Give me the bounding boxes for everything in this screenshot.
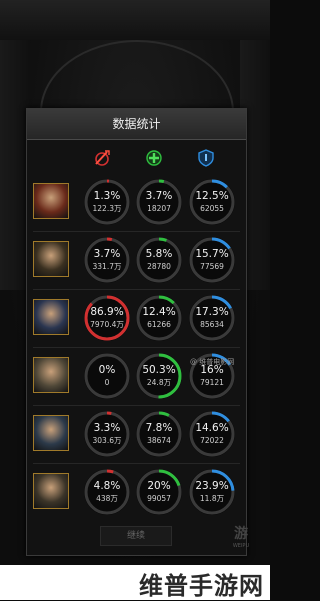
footer-watermark-text: 维普手游网 xyxy=(139,572,264,600)
hero-avatar[interactable] xyxy=(33,183,69,219)
hero-avatar[interactable] xyxy=(33,473,69,509)
progress-ring xyxy=(189,237,235,283)
progress-ring xyxy=(84,237,130,283)
stat-percent: 0% xyxy=(98,364,116,376)
progress-ring xyxy=(136,411,182,457)
stat-value: 303.6万 xyxy=(92,436,122,445)
stat-value: 61266 xyxy=(147,320,171,329)
healing-icon xyxy=(146,150,162,166)
hero-stats-row: 4.8% 438万 20% 99057 23.9% 11.8万 xyxy=(27,463,246,521)
stat-value: 77569 xyxy=(200,262,224,271)
row-divider xyxy=(33,289,240,290)
column-icons xyxy=(27,147,246,171)
stat-percent: 1.3% xyxy=(93,190,121,202)
stat-percent: 4.8% xyxy=(93,480,121,492)
stat-ring: 7.8% 38674 xyxy=(134,409,184,459)
stats-panel: 数据统计 1.3% 122.3万 3.7% 18207 12.5% 62055 3.7% 33… xyxy=(26,108,247,556)
stat-percent: 50.3% xyxy=(142,364,176,376)
stat-value: 24.8万 xyxy=(146,378,172,387)
stat-ring: 3.7% 331.7万 xyxy=(82,235,132,285)
progress-ring xyxy=(84,411,130,457)
stat-value: 18207 xyxy=(147,204,171,213)
progress-ring xyxy=(189,295,235,341)
progress-ring xyxy=(84,295,130,341)
source-watermark-tag: @ 维普电影网 xyxy=(190,358,235,366)
hero-stats-row: 86.9% 7970.4万 12.4% 61266 17.3% 85634 xyxy=(27,289,246,347)
stat-ring: 12.5% 62055 xyxy=(187,177,237,227)
stat-ring: 1.3% 122.3万 xyxy=(82,177,132,227)
hero-stats-row: 1.3% 122.3万 3.7% 18207 12.5% 62055 xyxy=(27,173,246,231)
stat-ring: 0% 0 xyxy=(82,351,132,401)
damage-taken-icon xyxy=(198,149,214,167)
stat-percent: 15.7% xyxy=(195,248,229,260)
hero-avatar[interactable] xyxy=(33,299,69,335)
row-divider xyxy=(33,231,240,232)
hero-avatar[interactable] xyxy=(33,415,69,451)
stat-percent: 17.3% xyxy=(195,306,229,318)
stat-value: 0 xyxy=(104,378,110,387)
stat-value: 122.3万 xyxy=(92,204,122,213)
stat-value: 99057 xyxy=(147,494,171,503)
progress-ring xyxy=(136,469,182,515)
stat-ring: 23.9% 11.8万 xyxy=(187,467,237,517)
stat-percent: 20% xyxy=(147,480,171,492)
footer-watermark-bar: 维普手游网 xyxy=(0,565,270,600)
hero-avatar[interactable] xyxy=(33,241,69,277)
row-divider xyxy=(33,347,240,348)
stat-ring: 15.7% 77569 xyxy=(187,235,237,285)
stat-percent: 5.8% xyxy=(145,248,173,260)
progress-ring xyxy=(84,179,130,225)
stat-ring: 50.3% 24.8万 xyxy=(134,351,184,401)
hero-stats-row: 3.7% 331.7万 5.8% 28780 15.7% 77569 xyxy=(27,231,246,289)
stat-ring: 12.4% 61266 xyxy=(134,293,184,343)
progress-ring xyxy=(189,179,235,225)
stat-ring: 17.3% 85634 xyxy=(187,293,237,343)
stat-value: 438万 xyxy=(96,494,118,503)
stat-value: 7970.4万 xyxy=(90,320,124,329)
hero-stats-row: 3.3% 303.6万 7.8% 38674 14.6% 72022 xyxy=(27,405,246,463)
progress-ring xyxy=(84,469,130,515)
background-top-bar xyxy=(0,0,270,40)
stat-value: 11.8万 xyxy=(199,494,225,503)
stat-percent: 7.8% xyxy=(145,422,173,434)
hero-stats-row: 0% 0 50.3% 24.8万 16% 79121 xyxy=(27,347,246,405)
stat-percent: 3.7% xyxy=(145,190,173,202)
stat-percent: 3.3% xyxy=(93,422,121,434)
stat-percent: 86.9% xyxy=(90,306,124,318)
corner-logo: 游 WEIPU xyxy=(232,526,250,549)
stat-value: 38674 xyxy=(147,436,171,445)
stat-value: 62055 xyxy=(200,204,224,213)
stat-ring: 3.3% 303.6万 xyxy=(82,409,132,459)
row-divider xyxy=(33,405,240,406)
hero-avatar[interactable] xyxy=(33,357,69,393)
progress-ring xyxy=(136,353,182,399)
stat-ring: 5.8% 28780 xyxy=(134,235,184,285)
progress-ring xyxy=(189,411,235,457)
panel-title: 数据统计 xyxy=(27,109,246,140)
stat-ring: 4.8% 438万 xyxy=(82,467,132,517)
progress-ring xyxy=(136,237,182,283)
progress-ring xyxy=(136,179,182,225)
stat-value: 28780 xyxy=(147,262,171,271)
stat-ring: 20% 99057 xyxy=(134,467,184,517)
progress-ring xyxy=(136,295,182,341)
stat-ring: 3.7% 18207 xyxy=(134,177,184,227)
stat-value: 79121 xyxy=(200,378,224,387)
stat-value: 72022 xyxy=(200,436,224,445)
stat-percent: 14.6% xyxy=(195,422,229,434)
damage-dealt-icon xyxy=(95,150,110,166)
continue-button[interactable]: 继续 xyxy=(100,526,172,546)
stat-ring: 86.9% 7970.4万 xyxy=(82,293,132,343)
stat-percent: 23.9% xyxy=(195,480,229,492)
stat-value: 331.7万 xyxy=(92,262,122,271)
stat-ring: 14.6% 72022 xyxy=(187,409,237,459)
progress-ring xyxy=(189,469,235,515)
row-divider xyxy=(33,463,240,464)
stat-percent: 3.7% xyxy=(93,248,121,260)
stat-value: 85634 xyxy=(200,320,224,329)
stat-percent: 12.5% xyxy=(195,190,229,202)
bottom-bar: 继续 游 WEIPU xyxy=(0,520,270,565)
progress-ring xyxy=(84,353,130,399)
stat-percent: 12.4% xyxy=(142,306,176,318)
